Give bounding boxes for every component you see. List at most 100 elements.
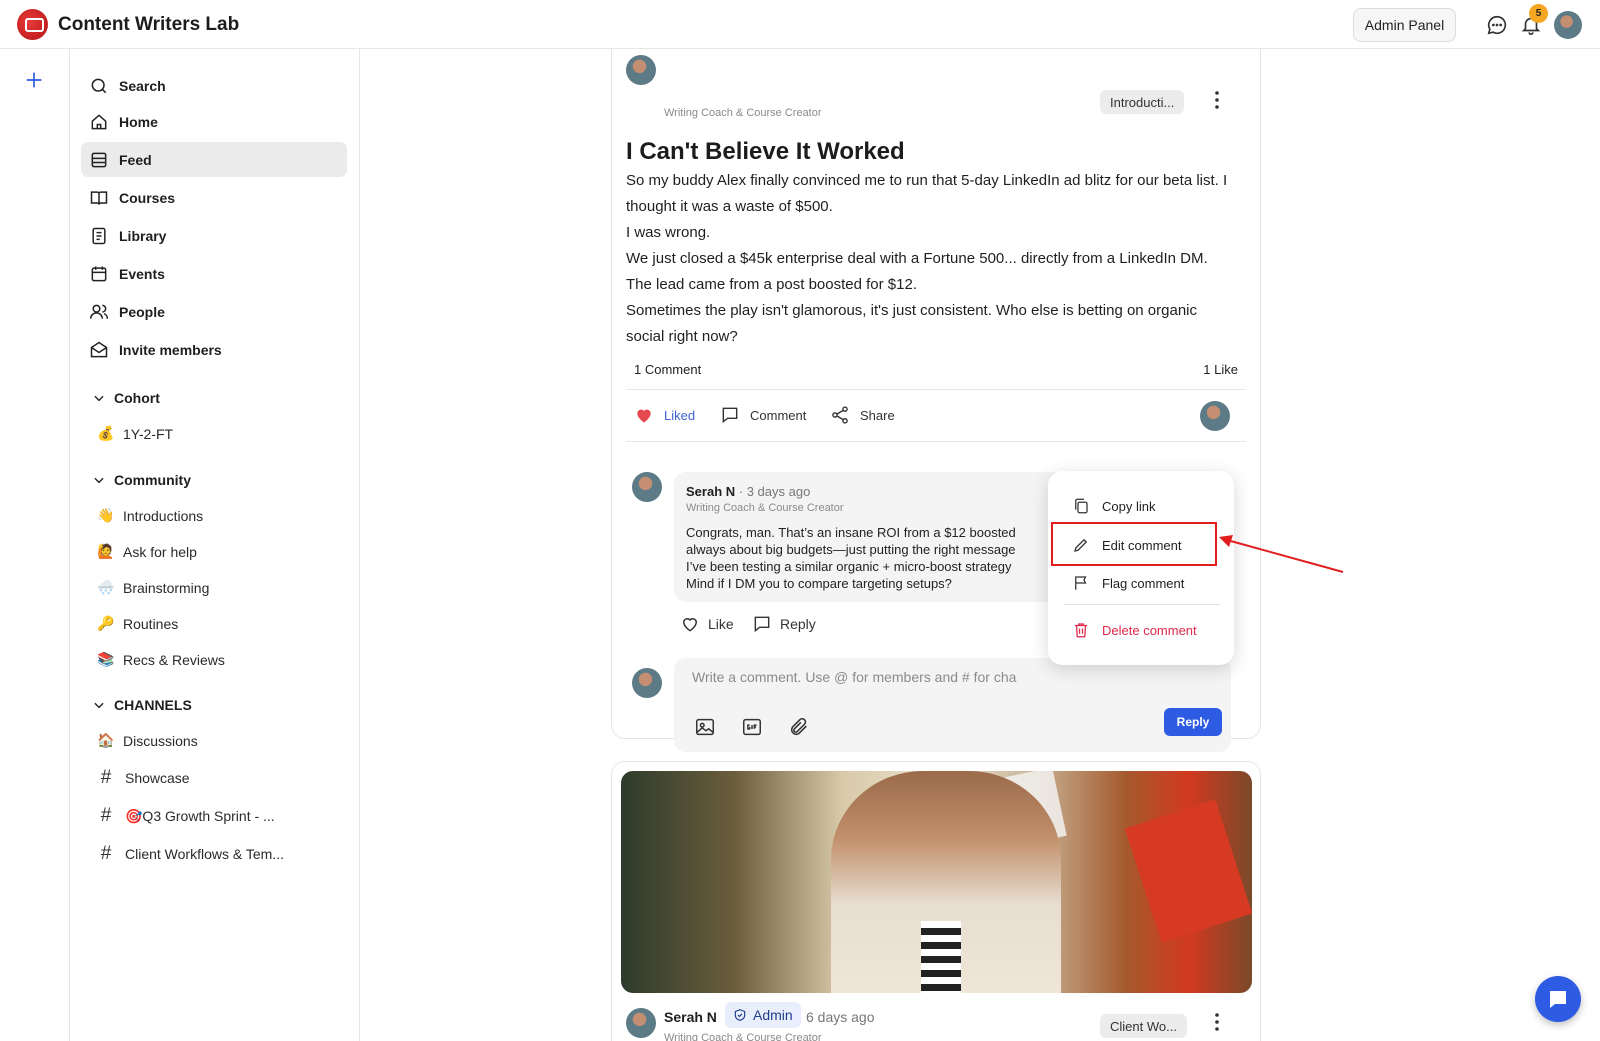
author-avatar[interactable] <box>626 55 656 85</box>
edit-comment-menu-item[interactable]: Edit comment <box>1048 527 1234 563</box>
post-title[interactable]: I Can't Believe It Worked <box>626 138 905 166</box>
section-channels-header[interactable]: CHANNELS <box>92 697 192 713</box>
app-logo[interactable] <box>17 9 48 40</box>
moneybag-icon: 💰 <box>97 425 115 441</box>
comment-line: always about big budgets—just putting th… <box>686 542 1016 557</box>
post-body: So my buddy Alex finally convinced me to… <box>626 168 1236 350</box>
comment-line: Congrats, man. That’s an insane ROI from… <box>686 525 1016 540</box>
comment-author[interactable]: Serah N <box>686 484 735 499</box>
sidebar-item-label: Search <box>119 77 166 94</box>
trash-icon <box>1075 623 1087 638</box>
sidebar-item-recs-reviews[interactable]: 📚 Recs & Reviews <box>95 651 225 668</box>
reply-submit-button[interactable]: Reply <box>1164 708 1222 736</box>
sidebar-item-label: People <box>119 303 165 320</box>
sidebar: Search Home Feed Courses Library Events … <box>70 49 360 1041</box>
comment-input-placeholder[interactable]: Write a comment. Use @ for members and #… <box>692 669 1016 685</box>
user-avatar[interactable] <box>1554 11 1582 39</box>
support-chat-button[interactable] <box>1535 976 1581 1022</box>
commenter-avatar[interactable] <box>632 472 662 502</box>
hash-icon: # <box>100 843 112 864</box>
post-image[interactable] <box>621 771 1252 993</box>
sidebar-item-showcase[interactable]: # Showcase <box>95 767 190 789</box>
attachment-icon[interactable] <box>788 716 810 738</box>
sidebar-item-discussions[interactable]: 🏠 Discussions <box>95 732 197 749</box>
post-author[interactable]: Serah N <box>664 1009 717 1025</box>
menu-item-label: Copy link <box>1102 498 1156 514</box>
post-paragraph: We just closed a $45k enterprise deal wi… <box>626 250 1208 293</box>
sidebar-item-feed[interactable]: Feed <box>81 142 347 177</box>
comment-count[interactable]: 1 Comment <box>634 362 701 377</box>
like-count[interactable]: 1 Like <box>1203 362 1238 377</box>
feed-icon <box>89 150 109 170</box>
sidebar-item-events[interactable]: Events <box>81 256 347 291</box>
sidebar-item-label: Events <box>119 265 165 282</box>
sidebar-item-invite-members[interactable]: Invite members <box>81 332 347 367</box>
add-space-icon[interactable] <box>23 69 45 91</box>
share-icon <box>832 406 848 424</box>
mail-icon <box>89 340 109 360</box>
author-avatar[interactable] <box>626 1008 656 1038</box>
sidebar-item-client-workflows[interactable]: # Client Workflows & Tem... <box>95 843 284 865</box>
liker-avatar[interactable] <box>1200 401 1230 431</box>
sidebar-item-label: Showcase <box>125 770 190 786</box>
more-options-icon[interactable] <box>1214 90 1220 110</box>
key-icon: 🔑 <box>97 615 115 631</box>
admin-panel-button[interactable]: Admin Panel <box>1353 8 1456 42</box>
wave-icon: 👋 <box>97 507 115 523</box>
current-user-avatar <box>632 668 662 698</box>
pencil-icon <box>1074 538 1088 552</box>
feed-main: Writing Coach & Course Creator Introduct… <box>360 49 1600 1041</box>
copy-link-menu-item[interactable]: Copy link <box>1048 488 1234 524</box>
share-label: Share <box>860 407 895 423</box>
comment-composer[interactable]: Write a comment. Use @ for members and #… <box>674 658 1231 752</box>
sidebar-item-ask-for-help[interactable]: 🙋 Ask for help <box>95 543 197 560</box>
image-upload-icon[interactable] <box>694 716 716 738</box>
post-space-tag[interactable]: Client Wo... <box>1100 1014 1187 1038</box>
sidebar-item-label: 🎯Q3 Growth Sprint - ... <box>125 807 275 824</box>
comment-button[interactable]: Comment <box>720 405 806 425</box>
copy-icon <box>1075 498 1088 514</box>
sidebar-item-search[interactable]: Search <box>81 68 347 103</box>
comment-line: I’ve been testing a similar organic + mi… <box>686 559 1012 574</box>
delete-comment-menu-item[interactable]: Delete comment <box>1048 612 1234 648</box>
heart-filled-icon <box>637 409 651 423</box>
flag-comment-menu-item[interactable]: Flag comment <box>1048 565 1234 601</box>
post-paragraph: I was wrong. <box>626 224 711 241</box>
author-role: Writing Coach & Course Creator <box>664 1032 822 1041</box>
chat-icon[interactable] <box>1486 14 1508 36</box>
chevron-down-icon <box>94 477 104 484</box>
reply-icon <box>754 616 770 633</box>
divider <box>626 441 1246 442</box>
menu-item-label: Delete comment <box>1102 622 1197 638</box>
calendar-icon <box>89 264 109 284</box>
raised-hand-icon: 🙋 <box>97 543 115 559</box>
sidebar-item-label: Feed <box>119 151 152 168</box>
gif-icon[interactable] <box>741 716 763 738</box>
liked-button[interactable]: Liked <box>634 405 695 425</box>
sidebar-item-people[interactable]: People <box>81 294 347 329</box>
comment-time: 3 days ago <box>746 484 811 499</box>
comment-like-button[interactable]: Like <box>680 614 734 634</box>
section-community-header[interactable]: Community <box>92 472 191 488</box>
share-button[interactable]: Share <box>830 405 895 425</box>
chevron-down-icon <box>94 702 104 709</box>
sidebar-item-q3-growth-sprint[interactable]: # 🎯Q3 Growth Sprint - ... <box>95 805 275 827</box>
sidebar-item-brainstorming[interactable]: 🌨️ Brainstorming <box>95 579 209 596</box>
post-space-tag[interactable]: Introducti... <box>1100 90 1185 114</box>
sidebar-item-routines[interactable]: 🔑 Routines <box>95 615 178 632</box>
sidebar-item-library[interactable]: Library <box>81 218 347 253</box>
comment-reply-button[interactable]: Reply <box>752 614 816 634</box>
book-icon <box>89 188 109 208</box>
sidebar-item-label: Client Workflows & Tem... <box>125 846 284 862</box>
section-cohort-header[interactable]: Cohort <box>92 390 160 406</box>
section-label: CHANNELS <box>114 697 192 713</box>
image-detail <box>1124 799 1252 943</box>
sidebar-item-cohort[interactable]: 💰 1Y-2-FT <box>95 425 173 442</box>
more-options-icon[interactable] <box>1214 1012 1220 1032</box>
sidebar-item-home[interactable]: Home <box>81 104 347 139</box>
sidebar-item-courses[interactable]: Courses <box>81 180 347 215</box>
sidebar-item-label: Routines <box>123 615 179 632</box>
section-label: Community <box>114 472 191 488</box>
app-title[interactable]: Content Writers Lab <box>58 14 239 36</box>
sidebar-item-introductions[interactable]: 👋 Introductions <box>95 507 203 524</box>
